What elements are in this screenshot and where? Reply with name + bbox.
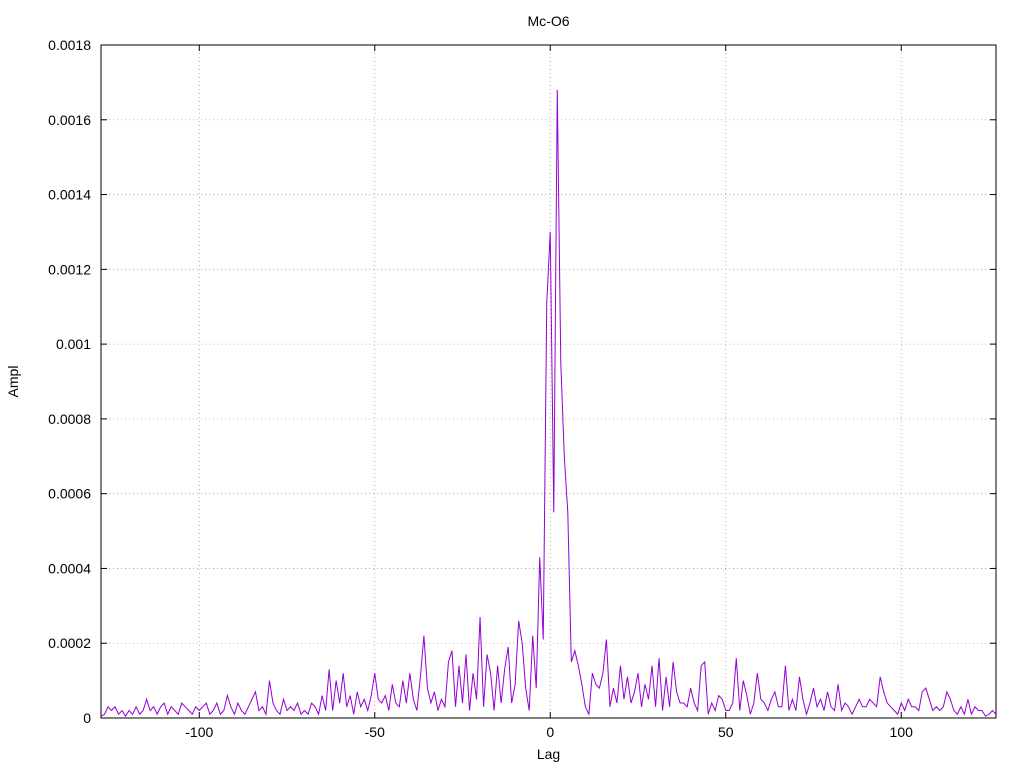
x-tick-label: 50 [718,724,734,740]
y-tick-label: 0.0006 [48,486,91,502]
y-tick-label: 0.0002 [48,635,91,651]
y-tick-label: 0.0018 [48,37,91,53]
x-axis-label: Lag [537,746,560,762]
chart-title: Mc-O6 [528,13,570,29]
chart-background [0,0,1024,768]
x-tick-label: 0 [546,724,554,740]
y-tick-label: 0.0008 [48,411,91,427]
y-axis-label: Ampl [5,366,21,398]
x-tick-label: -50 [365,724,385,740]
x-tick-label: 100 [890,724,914,740]
y-tick-label: 0.0014 [48,187,91,203]
y-tick-label: 0.0016 [48,112,91,128]
y-tick-label: 0.001 [56,336,91,352]
chart: -100 -50 0 50 100 0 0.0002 0.0004 0.0006 0.0008 0… [0,0,1024,768]
y-tick-label: 0 [83,710,91,726]
y-tick-label: 0.0012 [48,261,91,277]
y-tick-label: 0.0004 [48,560,91,576]
x-tick-label: -100 [185,724,213,740]
